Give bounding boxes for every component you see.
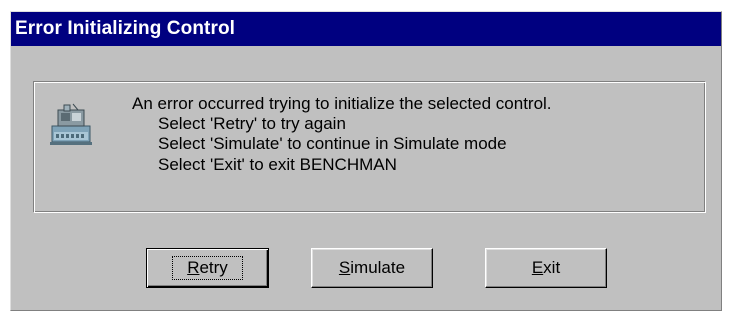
message-panel: An error occurred trying to initialize t… xyxy=(33,81,706,213)
retry-button[interactable]: Retry xyxy=(146,248,269,288)
message-line: An error occurred trying to initialize t… xyxy=(132,94,552,113)
simulate-button-label: Simulate xyxy=(338,258,406,277)
simulate-button[interactable]: Simulate xyxy=(311,248,433,288)
exit-button-label: Exit xyxy=(531,258,561,277)
message-line: Select 'Exit' to exit BENCHMAN xyxy=(158,155,397,174)
exit-button[interactable]: Exit xyxy=(485,248,607,288)
title-bar[interactable]: Error Initializing Control xyxy=(11,12,721,46)
message-line: Select 'Simulate' to continue in Simulat… xyxy=(158,134,507,153)
error-dialog: Error Initializing Control An error occu… xyxy=(10,11,722,311)
dialog-title: Error Initializing Control xyxy=(15,18,236,39)
retry-button-label: Retry xyxy=(172,256,243,280)
message-line: Select 'Retry' to try again xyxy=(158,114,346,133)
benchman-machine-icon xyxy=(50,103,92,145)
